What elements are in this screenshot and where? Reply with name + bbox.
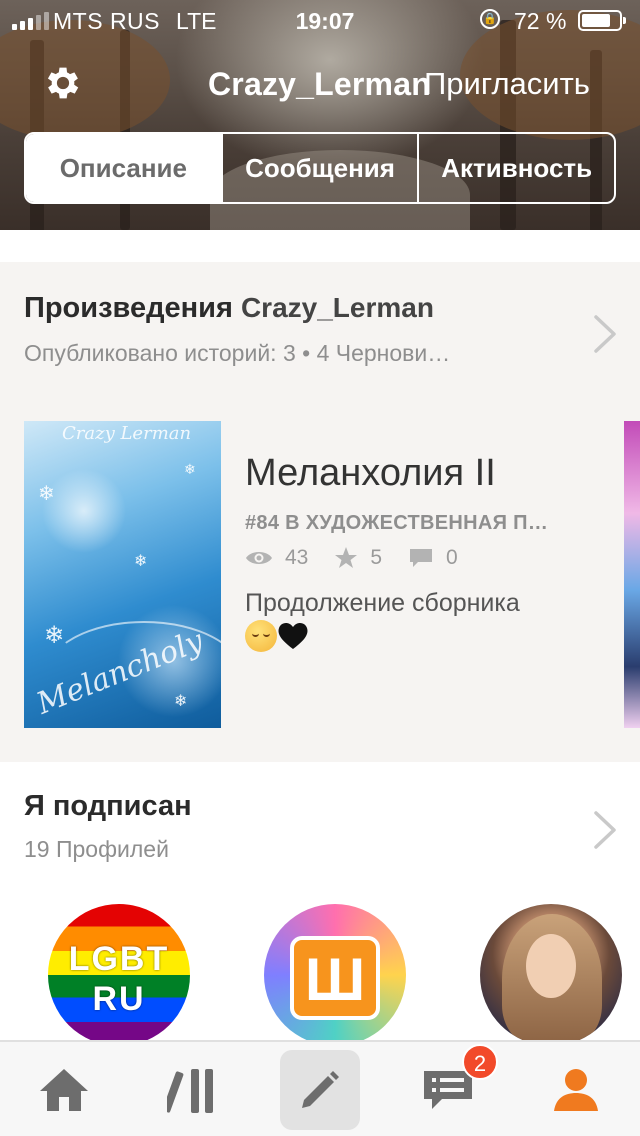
status-bar: MTS RUS LTE 19:07 🔒 72 % [0, 0, 640, 40]
next-book-cover[interactable] [624, 421, 640, 728]
write-icon [302, 1071, 339, 1108]
book-stats: 43 5 0 [245, 546, 484, 570]
rotation-lock-icon: 🔒 [480, 9, 500, 29]
tab-home[interactable] [34, 1060, 94, 1120]
tab-profile[interactable] [546, 1060, 606, 1120]
avatar-photo-face [526, 934, 576, 998]
avatar-wattpad[interactable]: Ш [264, 904, 406, 1046]
invite-button[interactable]: Пригласить [424, 66, 590, 102]
views-stat: 43 [245, 546, 308, 570]
following-chevron-right-icon[interactable] [592, 810, 618, 850]
battery-percent: 72 % [514, 8, 567, 34]
profile-tabs: Описание Сообщения Активность [24, 132, 616, 204]
comment-icon [410, 549, 433, 567]
votes-count: 5 [370, 546, 383, 569]
comments-count: 0 [446, 546, 458, 569]
works-chevron-right-icon[interactable] [592, 314, 618, 354]
tab-library[interactable] [162, 1060, 222, 1120]
works-subtitle: Опубликовано историй: 3 • 4 Чернови… [24, 340, 451, 366]
library-icon [167, 1069, 213, 1113]
snowflake-icon: ❄ [184, 461, 196, 477]
comments-stat: 0 [408, 546, 458, 570]
cover-author: Crazy Lerman [62, 423, 192, 444]
avatar-text-line1: LGBT [68, 940, 170, 978]
battery-icon [578, 10, 626, 31]
book-rank: #84 В ХУДОЖЕСТВЕННАЯ П… [245, 512, 549, 534]
following-title: Я подписан [24, 790, 192, 822]
wattpad-logo-icon: Ш [290, 936, 380, 1020]
profile-header: MTS RUS LTE 19:07 🔒 72 % Crazy_Lerman Пр… [0, 0, 640, 230]
gear-icon[interactable] [42, 62, 84, 104]
works-title: Произведения Crazy_Lerman [24, 292, 434, 325]
tab-description[interactable]: Описание [26, 134, 221, 202]
avatar-user-photo[interactable] [480, 904, 622, 1046]
profile-name: Crazy_Lerman [208, 66, 431, 102]
book-description: Продолжение сборника [245, 586, 535, 654]
book-cover[interactable]: Crazy Lerman ❄ ❄ ❄ ❄ ❄ Melancholy [24, 421, 221, 728]
avatar-text-line2: RU [92, 980, 146, 1018]
relieved-face-icon [245, 620, 277, 653]
works-title-user: Crazy_Lerman [240, 292, 434, 323]
book-description-text: Продолжение сборника [245, 589, 520, 617]
star-icon [335, 547, 358, 568]
avatar-lgbt-ru[interactable]: LGBT RU [48, 904, 190, 1046]
tab-write[interactable] [280, 1050, 360, 1130]
tab-messages[interactable]: Сообщения [220, 134, 418, 202]
tab-bar [0, 1040, 640, 1136]
black-heart-icon [278, 623, 308, 650]
tab-activity[interactable]: Активность [417, 134, 614, 202]
home-icon [40, 1069, 88, 1111]
snowflake-icon: ❄ [134, 553, 148, 570]
eye-icon [246, 552, 272, 564]
votes-stat: 5 [334, 546, 382, 570]
following-subtitle: 19 Профилей [24, 836, 169, 862]
views-count: 43 [285, 546, 309, 569]
works-title-label: Произведения [24, 292, 233, 324]
profile-icon [554, 1069, 598, 1111]
snowflake-icon: ❄ [38, 483, 55, 505]
messages-badge: 2 [462, 1044, 498, 1080]
book-title[interactable]: Меланхолия II [245, 452, 496, 495]
